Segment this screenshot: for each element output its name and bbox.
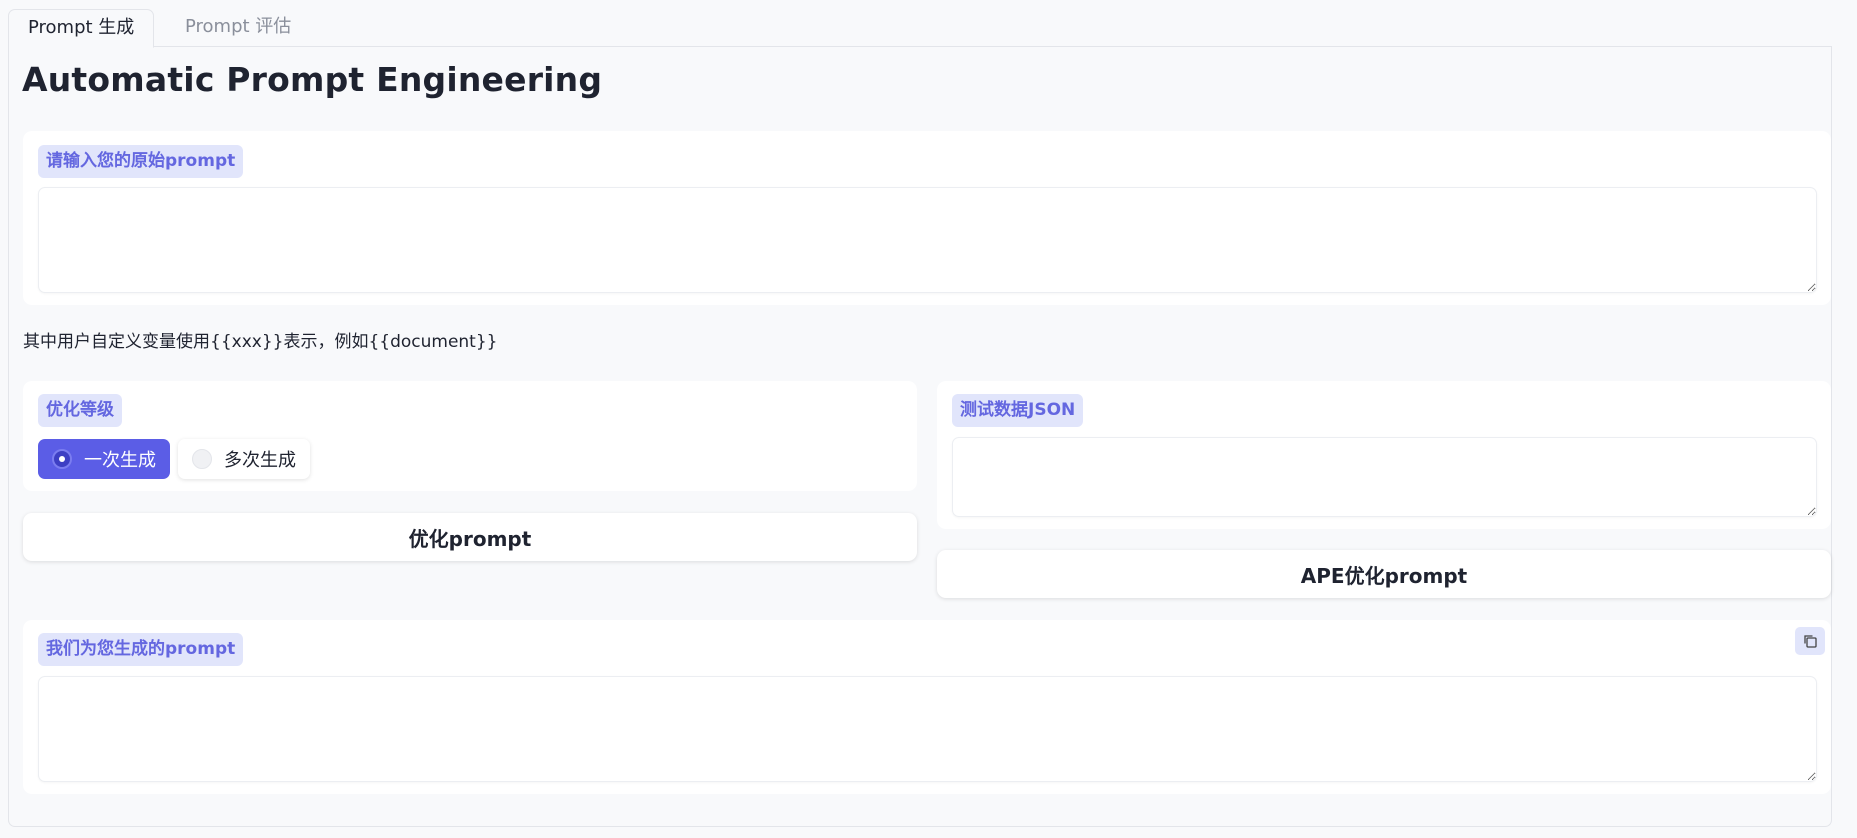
original-prompt-block: 请输入您的原始prompt bbox=[23, 131, 1831, 305]
radio-selected-icon bbox=[52, 449, 72, 469]
original-prompt-label: 请输入您的原始prompt bbox=[38, 145, 244, 178]
radio-multi-generate-label: 多次生成 bbox=[224, 450, 296, 471]
tab-prompt-generate[interactable]: Prompt 生成 bbox=[8, 9, 155, 48]
copy-icon bbox=[1804, 635, 1817, 648]
radio-single-generate-label: 一次生成 bbox=[84, 450, 156, 471]
variable-hint-text: 其中用户自定义变量使用{{xxx}}表示，例如{{document}} bbox=[23, 332, 498, 352]
copy-button[interactable] bbox=[1795, 627, 1825, 655]
optimize-level-label: 优化等级 bbox=[38, 394, 122, 427]
generated-prompt-output[interactable] bbox=[38, 676, 1817, 782]
radio-multi-generate[interactable]: 多次生成 bbox=[178, 439, 310, 479]
optimize-prompt-button[interactable]: 优化prompt bbox=[23, 513, 917, 561]
test-data-block: 测试数据JSON bbox=[937, 381, 1831, 529]
tab-prompt-evaluate[interactable]: Prompt 评估 bbox=[166, 9, 310, 47]
page-title: Automatic Prompt Engineering bbox=[22, 60, 603, 99]
ape-optimize-button[interactable]: APE优化prompt bbox=[937, 550, 1831, 598]
tab-bar: Prompt 生成 Prompt 评估 bbox=[8, 9, 1832, 48]
optimize-level-block: 优化等级 一次生成 多次生成 bbox=[23, 381, 917, 491]
generated-prompt-block: 我们为您生成的prompt bbox=[23, 620, 1831, 794]
test-data-input[interactable] bbox=[952, 437, 1817, 517]
test-data-label: 测试数据JSON bbox=[952, 394, 1084, 427]
generated-prompt-label: 我们为您生成的prompt bbox=[38, 633, 244, 666]
radio-unselected-icon bbox=[192, 449, 212, 469]
original-prompt-input[interactable] bbox=[38, 187, 1817, 293]
radio-single-generate[interactable]: 一次生成 bbox=[38, 439, 170, 479]
